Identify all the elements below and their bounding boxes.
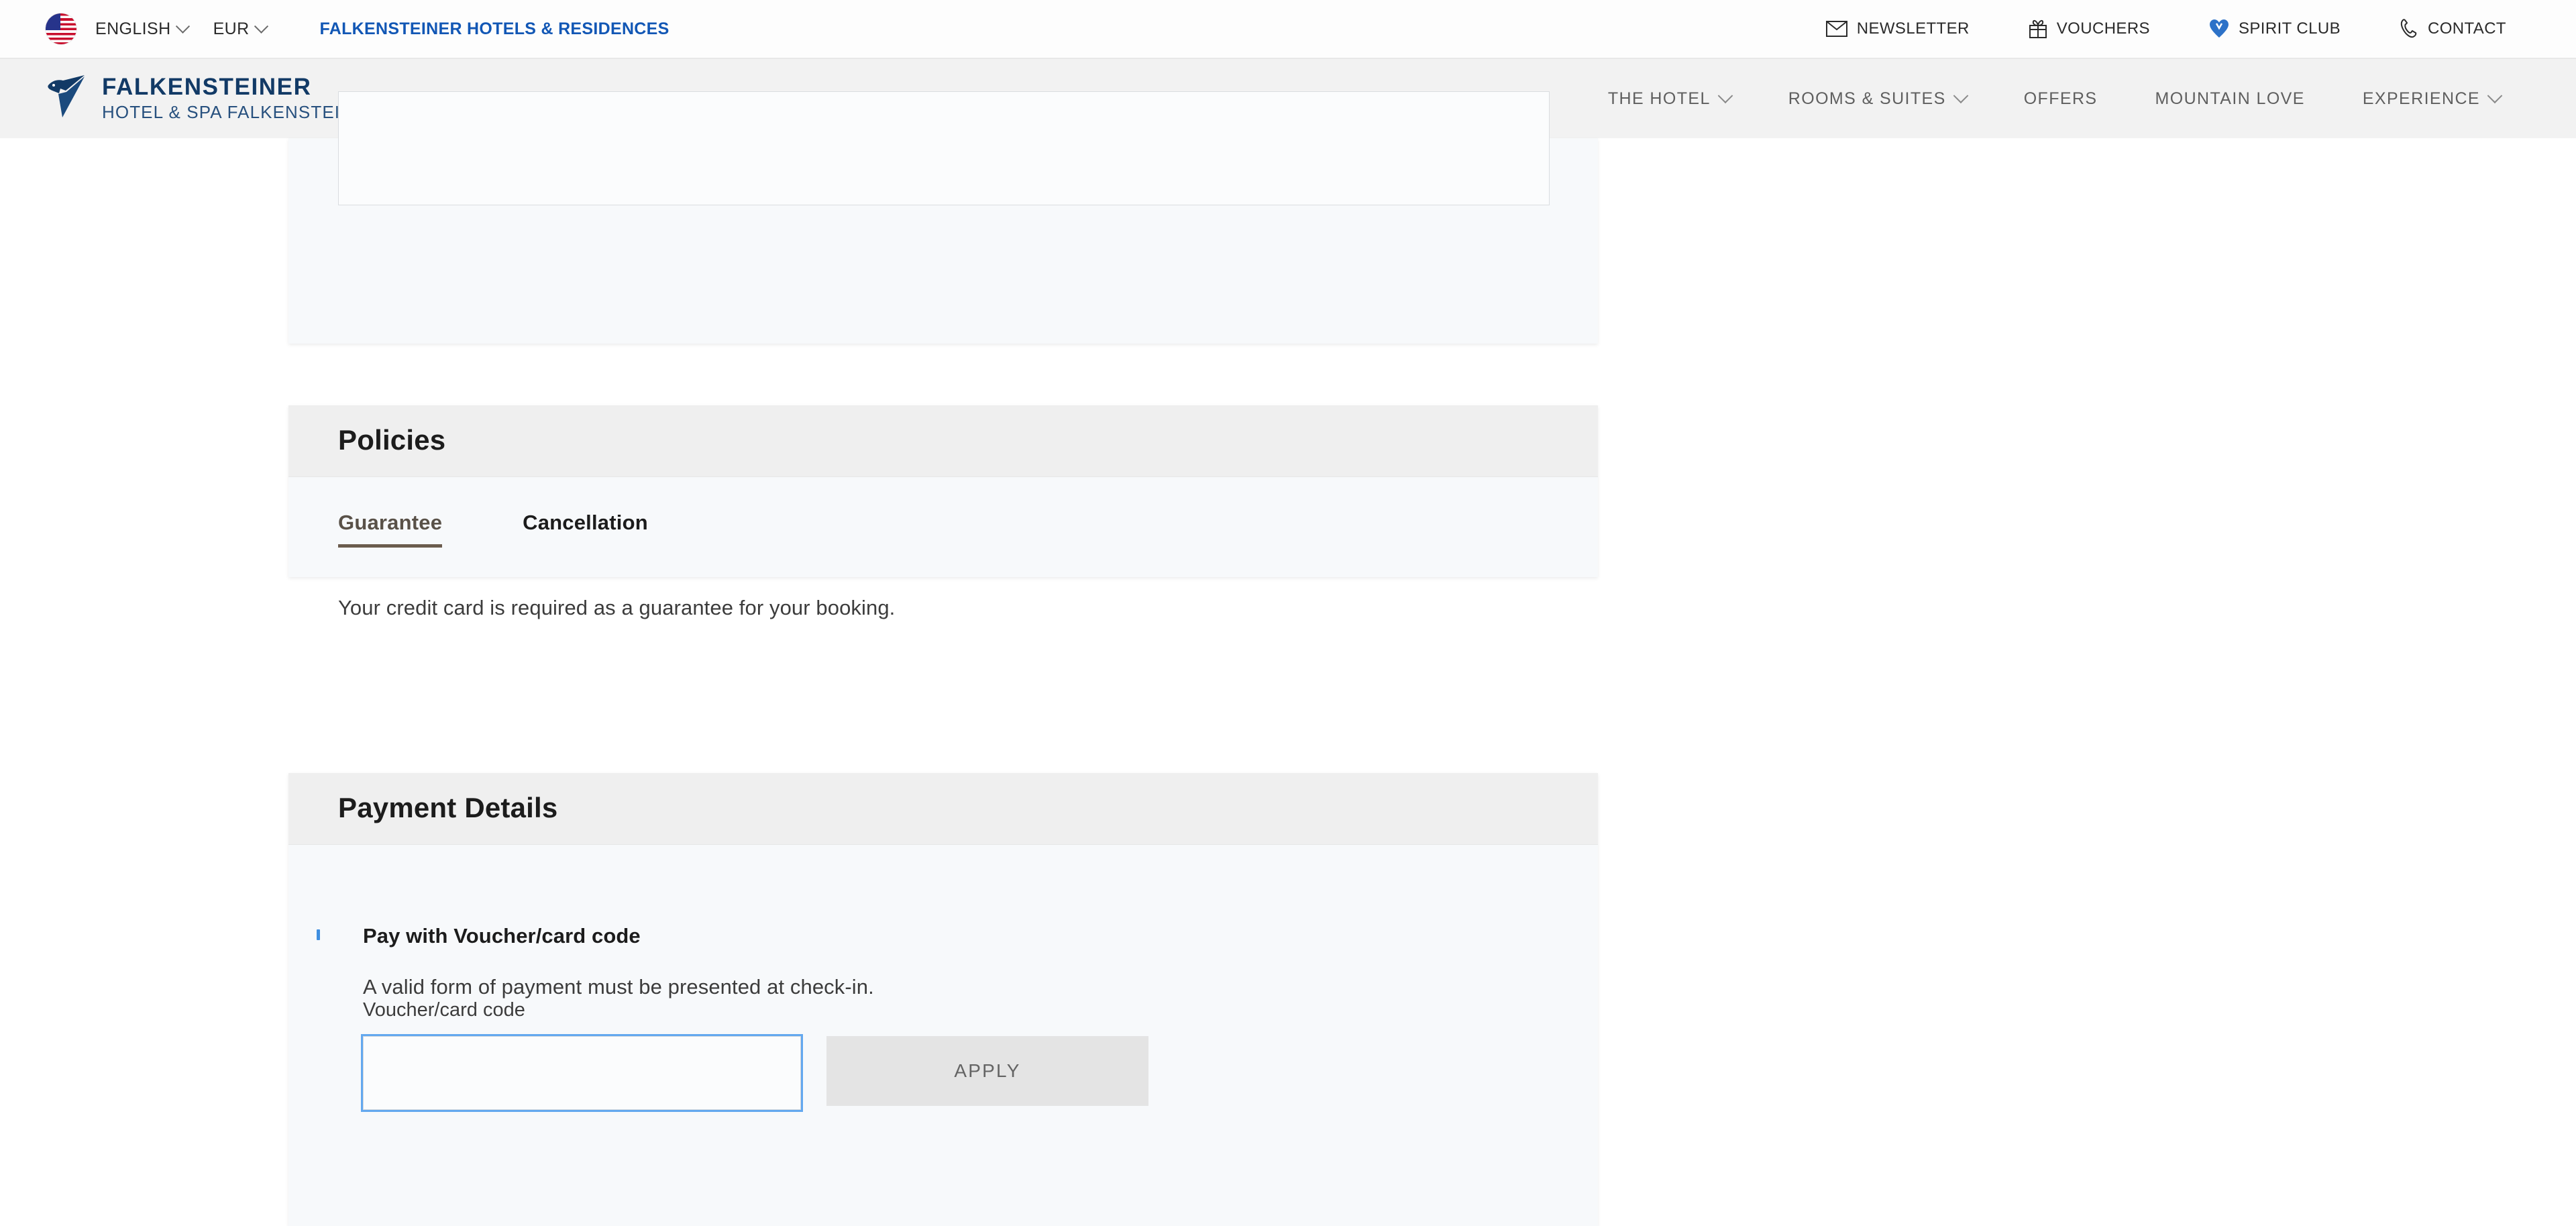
nav-item-mountain-love[interactable]: MOUNTAIN LOVE xyxy=(2127,89,2334,109)
topbar-right-group: NEWSLETTER VOUCHERS SPIRIT CLUB CONTACT xyxy=(1796,19,2536,39)
topbar-left-group: ENGLISH EUR FALKENSTEINER HOTELS & RESID… xyxy=(46,13,669,44)
nav-item-the-hotel[interactable]: THE HOTEL xyxy=(1579,88,1760,109)
payment-option-voucher[interactable]: Pay with Voucher/card code xyxy=(317,845,1548,948)
nav-label: MOUNTAIN LOVE xyxy=(2155,89,2305,108)
language-label: ENGLISH xyxy=(95,19,171,38)
clipped-card-above-policies xyxy=(288,91,1598,344)
language-selector[interactable]: ENGLISH xyxy=(95,19,190,39)
nav-item-offers[interactable]: OFFERS xyxy=(1995,89,2127,109)
nav-item-experience[interactable]: EXPERIENCE xyxy=(2334,88,2529,109)
phone-icon xyxy=(2400,19,2418,39)
newsletter-link[interactable]: NEWSLETTER xyxy=(1796,19,1999,38)
falcon-logo-icon xyxy=(46,73,87,125)
main-navigation: THE HOTEL ROOMS & SUITES OFFERS MOUNTAIN… xyxy=(1579,88,2529,109)
payment-option-title: Pay with Voucher/card code xyxy=(363,924,641,948)
nav-label: THE HOTEL xyxy=(1607,89,1711,108)
nav-label: OFFERS xyxy=(2023,89,2098,108)
apply-button[interactable]: APPLY xyxy=(826,1036,1148,1106)
clipped-textarea[interactable] xyxy=(338,91,1550,205)
voucher-field-row: APPLY xyxy=(361,1034,1548,1112)
currency-selector[interactable]: EUR xyxy=(213,19,268,39)
payment-details-card: Payment Details Pay with Voucher/card co… xyxy=(288,773,1598,1226)
us-flag-icon xyxy=(46,13,76,44)
voucher-field-label: Voucher/card code xyxy=(363,999,525,1021)
policies-card: Policies Guarantee Cancellation Your cre… xyxy=(288,405,1598,619)
chevron-down-icon xyxy=(175,19,190,34)
policies-tabs: Guarantee Cancellation xyxy=(338,477,1548,548)
policies-card-header: Policies xyxy=(288,405,1598,477)
heart-icon xyxy=(2209,19,2229,39)
brand-group-link[interactable]: FALKENSTEINER HOTELS & RESIDENCES xyxy=(320,19,669,39)
vouchers-link[interactable]: VOUCHERS xyxy=(1999,19,2180,39)
policies-title: Policies xyxy=(338,424,446,456)
payment-card-body: Pay with Voucher/card code A valid form … xyxy=(288,845,1598,1112)
radio-button-indicator[interactable] xyxy=(317,929,320,940)
spirit-club-label: SPIRIT CLUB xyxy=(2238,19,2341,38)
nav-item-rooms-suites[interactable]: ROOMS & SUITES xyxy=(1760,88,1995,109)
tab-guarantee[interactable]: Guarantee xyxy=(338,511,443,548)
policies-card-body: Guarantee Cancellation Your credit card … xyxy=(288,477,1598,620)
chevron-down-icon xyxy=(1953,88,1969,104)
payment-option-subtitle: A valid form of payment must be presente… xyxy=(363,975,874,999)
envelope-icon xyxy=(1825,21,1847,37)
currency-label: EUR xyxy=(213,19,250,38)
newsletter-label: NEWSLETTER xyxy=(1856,19,1970,38)
policies-body-text: Your credit card is required as a guaran… xyxy=(338,596,896,619)
tab-cancellation[interactable]: Cancellation xyxy=(523,511,648,544)
payment-card-header: Payment Details xyxy=(288,773,1598,845)
nav-label: ROOMS & SUITES xyxy=(1788,89,1946,108)
chevron-down-icon xyxy=(254,19,268,34)
gift-icon xyxy=(2029,19,2047,39)
voucher-code-input[interactable] xyxy=(361,1034,803,1112)
spirit-club-link[interactable]: SPIRIT CLUB xyxy=(2180,19,2370,39)
nav-label: EXPERIENCE xyxy=(2362,89,2480,108)
payment-details-title: Payment Details xyxy=(338,792,558,823)
chevron-down-icon xyxy=(1717,88,1733,104)
chevron-down-icon xyxy=(2487,88,2503,104)
top-utility-bar: ENGLISH EUR FALKENSTEINER HOTELS & RESID… xyxy=(0,0,2576,59)
contact-label: CONTACT xyxy=(2427,19,2506,38)
contact-link[interactable]: CONTACT xyxy=(2370,19,2536,39)
page-content: Policies Guarantee Cancellation Your cre… xyxy=(0,91,2576,1226)
vouchers-label: VOUCHERS xyxy=(2056,19,2150,38)
